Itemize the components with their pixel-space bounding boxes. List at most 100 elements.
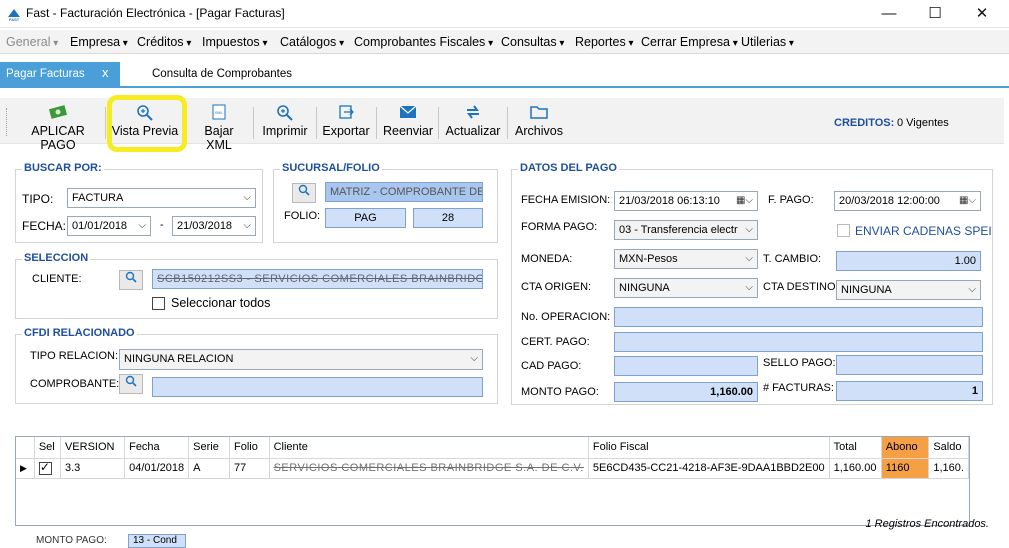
header-total[interactable]: Total	[829, 437, 882, 459]
comprobante-label: COMPROBANTE:	[30, 378, 120, 390]
maximize-button[interactable]: ☐	[913, 0, 957, 28]
moneda-select[interactable]: MXN-Pesos ⌵	[614, 249, 758, 269]
window-title: Fast - Facturación Electrónica - [Pagar …	[26, 6, 285, 20]
menu-impuestos[interactable]: Impuestos	[202, 35, 267, 49]
aplicar-pago-label: APLICAR PAGO	[31, 124, 85, 152]
menu-cerrar-empresa[interactable]: Cerrar Empresa	[641, 35, 738, 49]
seleccionar-todos-checkbox[interactable]	[152, 297, 165, 310]
header-version[interactable]: VERSION	[60, 437, 126, 459]
actualizar-button[interactable]: Actualizar	[444, 100, 502, 142]
header-fecha[interactable]: Fecha	[124, 437, 190, 459]
fecha-emision-input[interactable]: 21/03/2018 06:13:10 ▦⌵	[614, 191, 758, 211]
row-select-checkbox[interactable]	[38, 460, 52, 475]
calendar-icon: ▦⌵	[958, 195, 976, 206]
row-saldo: 1,160.	[928, 458, 969, 479]
header-abono[interactable]: Abono	[881, 437, 930, 459]
forma-pago-select[interactable]: 03 - Transferencia electr ⌵	[614, 220, 758, 240]
enviar-spei-label: ENVIAR CADENAS SPEI	[855, 224, 992, 238]
header-cliente[interactable]: Cliente	[269, 437, 589, 459]
sello-pago-field[interactable]	[836, 355, 983, 375]
tipo-label: TIPO:	[22, 192, 54, 206]
search-icon	[125, 271, 137, 283]
svg-text:FAST: FAST	[9, 17, 20, 22]
minimize-button[interactable]: —	[867, 0, 911, 28]
cert-pago-label: CERT. PAGO:	[521, 336, 590, 348]
fecha-emision-label: FECHA EMISION:	[521, 194, 611, 206]
chevron-down-icon: ⌵	[745, 282, 753, 293]
folio-field[interactable]: 28	[413, 208, 483, 228]
bajar-xml-button[interactable]: XML Bajar XML	[190, 100, 248, 152]
search-comprobante-button[interactable]	[119, 374, 143, 394]
menu-comprobantes-fiscales[interactable]: Comprobantes Fiscales	[354, 35, 493, 49]
toolbar-separator	[316, 107, 317, 139]
exportar-button[interactable]: Exportar	[321, 100, 371, 142]
operacion-field[interactable]	[614, 307, 983, 327]
facturas-grid[interactable]: Sel VERSION Fecha Serie Folio Cliente Fo…	[15, 436, 970, 526]
search-sucursal-button[interactable]	[292, 183, 316, 203]
row-abono[interactable]: 1160	[881, 458, 930, 479]
search-icon	[298, 184, 310, 196]
chevron-down-icon: ⌵	[745, 253, 753, 264]
cta-origen-select[interactable]: NINGUNA ⌵	[614, 278, 758, 298]
header-sel[interactable]: Sel	[34, 437, 61, 459]
close-button[interactable]: ✕	[960, 0, 1004, 28]
menu-creditos[interactable]: Créditos	[137, 35, 191, 49]
comprobante-field[interactable]	[152, 377, 483, 397]
vista-previa-highlight	[107, 95, 187, 152]
serie-field[interactable]: PAG	[325, 208, 406, 228]
cta-destino-select[interactable]: NINGUNA ⌵	[836, 280, 981, 300]
enviar-spei-checkbox[interactable]	[837, 224, 850, 237]
fecha-dash: -	[160, 219, 164, 231]
tipo-select[interactable]: FACTURA ⌵	[67, 188, 256, 208]
fpago-input[interactable]: 20/03/2018 12:00:00 ▦⌵	[834, 191, 981, 211]
tipo-value: FACTURA	[72, 192, 124, 204]
num-facturas-field: 1	[836, 381, 983, 401]
header-serie[interactable]: Serie	[188, 437, 231, 459]
tipo-relacion-select[interactable]: NINGUNA RELACION ⌵	[119, 349, 483, 370]
header-folio[interactable]: Folio	[229, 437, 270, 459]
tcambio-field[interactable]: 1.00	[836, 251, 981, 271]
cta-destino-label: CTA DESTINO:	[763, 281, 839, 293]
sello-pago-label: SELLO PAGO:	[763, 357, 836, 369]
tab-close-icon[interactable]: x	[102, 65, 109, 80]
tab-consulta-comprobantes[interactable]: Consulta de Comprobantes	[152, 68, 292, 80]
cliente-field[interactable]: SCB150212SS3 - SERVICIOS COMERCIALES BRA…	[152, 269, 483, 289]
monto-pago-field[interactable]: 1,160.00	[614, 382, 758, 402]
sucursal-field[interactable]: MATRIZ - COMPROBANTE DE PA	[325, 182, 483, 202]
archivos-label: Archivos	[515, 124, 563, 138]
num-facturas-label: # FACTURAS:	[763, 382, 834, 394]
imprimir-button[interactable]: Imprimir	[259, 100, 311, 142]
fecha-hasta-input[interactable]: 21/03/2018 ⌵	[172, 216, 256, 236]
search-cliente-button[interactable]	[119, 270, 143, 290]
fecha-desde-input[interactable]: 01/01/2018 ⌵	[67, 216, 151, 236]
menu-catalogos[interactable]: Catálogos	[280, 35, 344, 49]
archivos-button[interactable]: Archivos	[512, 100, 566, 142]
cert-pago-field[interactable]	[614, 332, 983, 352]
cad-pago-field[interactable]	[614, 356, 758, 376]
row-sel-cell[interactable]	[34, 458, 61, 479]
buscar-legend: BUSCAR POR:	[22, 162, 104, 174]
print-preview-icon	[259, 104, 311, 124]
header-folio-fiscal[interactable]: Folio Fiscal	[588, 437, 830, 459]
aplicar-pago-button[interactable]: APLICAR PAGO	[14, 100, 102, 152]
menu-consultas[interactable]: Consultas	[501, 35, 564, 49]
header-saldo[interactable]: Saldo	[928, 437, 969, 459]
row-fecha: 04/01/2018	[124, 458, 190, 479]
table-row[interactable]: ▶ 3.3 04/01/2018 A 77 SERVICIOS COMERCIA…	[16, 458, 969, 479]
reenviar-label: Reenviar	[382, 124, 434, 138]
registros-count: 1 Registros Encontrados.	[865, 518, 989, 530]
search-icon	[125, 375, 137, 387]
menu-reportes[interactable]: Reportes	[575, 35, 634, 49]
toolbar-separator	[438, 107, 439, 139]
datos-pago-legend: DATOS DEL PAGO	[518, 162, 619, 174]
bottom-monto-label: MONTO PAGO:	[36, 535, 107, 546]
seleccionar-todos-label: Seleccionar todos	[171, 296, 271, 310]
app-icon: FAST	[6, 6, 22, 22]
menu-utilerias[interactable]: Utilerias	[741, 35, 794, 49]
imprimir-label: Imprimir	[262, 124, 308, 138]
menu-empresa[interactable]: Empresa	[70, 35, 128, 49]
reenviar-button[interactable]: Reenviar	[381, 100, 435, 142]
menu-general[interactable]: General	[6, 35, 58, 49]
chevron-down-icon: ⌵	[138, 220, 146, 231]
folder-icon	[512, 104, 566, 124]
